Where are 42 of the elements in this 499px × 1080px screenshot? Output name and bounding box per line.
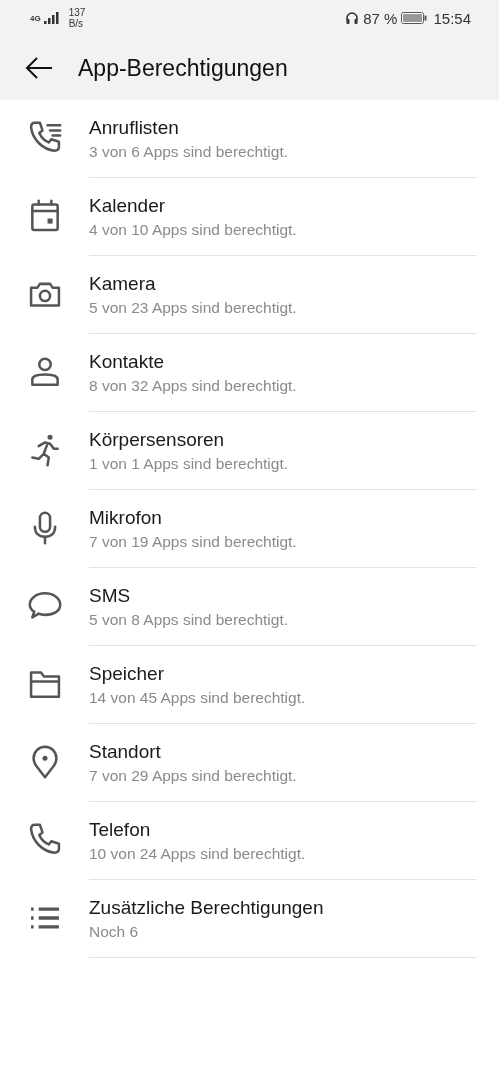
- permission-summary: 5 von 8 Apps sind berechtigt.: [89, 610, 289, 629]
- permission-item[interactable]: Kontakte 8 von 32 Apps sind berechtigt.: [0, 334, 499, 412]
- permission-summary: 7 von 29 Apps sind berechtigt.: [89, 766, 297, 785]
- battery-percent: 87 %: [363, 9, 398, 27]
- permission-summary: 4 von 10 Apps sind berechtigt.: [89, 220, 297, 239]
- permission-item[interactable]: Zusätzliche Berechtigungen Noch 6: [0, 880, 499, 958]
- permission-title: Körpersensoren: [89, 428, 225, 451]
- permission-title: Kontakte: [89, 350, 164, 373]
- permission-item[interactable]: Standort 7 von 29 Apps sind berechtigt.: [0, 724, 499, 802]
- clock: 15:54: [433, 9, 471, 27]
- battery-icon: [401, 12, 428, 24]
- permission-title: Kamera: [89, 272, 156, 295]
- permission-summary: 3 von 6 Apps sind berechtigt.: [89, 142, 289, 161]
- permission-item[interactable]: Mikrofon 7 von 19 Apps sind berechtigt.: [0, 490, 499, 568]
- permission-summary: 14 von 45 Apps sind berechtigt.: [89, 688, 306, 707]
- headphones-icon: [345, 11, 360, 25]
- permission-title: Mikrofon: [89, 506, 162, 529]
- permission-summary: 1 von 1 Apps sind berechtigt.: [89, 454, 289, 473]
- permission-summary: 10 von 24 Apps sind berechtigt.: [89, 844, 306, 863]
- permission-title: Anruflisten: [89, 116, 179, 139]
- permission-summary: 7 von 19 Apps sind berechtigt.: [89, 532, 297, 551]
- permission-title: Telefon: [89, 818, 151, 841]
- permission-summary: 8 von 32 Apps sind berechtigt.: [89, 376, 297, 395]
- permission-item[interactable]: Körpersensoren 1 von 1 Apps sind berechtigt.: [0, 412, 499, 490]
- permission-item[interactable]: Kalender 4 von 10 Apps sind berechtigt.: [0, 178, 499, 256]
- speed-unit: B/s: [68, 18, 85, 29]
- network-speed: 137: [68, 7, 86, 18]
- permission-item[interactable]: SMS 5 von 8 Apps sind berechtigt.: [0, 568, 499, 646]
- permission-summary: 5 von 23 Apps sind berechtigt.: [89, 298, 297, 317]
- permission-summary: Noch 6: [89, 922, 139, 941]
- permission-title: Speicher: [89, 662, 164, 685]
- permission-item[interactable]: Telefon 10 von 24 Apps sind berechtigt.: [0, 802, 499, 880]
- permission-item[interactable]: Kamera 5 von 23 Apps sind berechtigt.: [0, 256, 499, 334]
- permission-item[interactable]: Anruflisten 3 von 6 Apps sind berechtigt.: [0, 100, 499, 178]
- permission-item[interactable]: Speicher 14 von 45 Apps sind berechtigt.: [0, 646, 499, 724]
- signal-icon: [43, 12, 60, 24]
- network-type: 4G: [30, 13, 41, 23]
- permission-title: Kalender: [89, 194, 166, 217]
- permission-title: Zusätzliche Berechtigungen: [89, 896, 324, 919]
- permission-title: SMS: [89, 584, 131, 607]
- permission-title: Standort: [89, 740, 161, 763]
- page-title: App-Berechtigungen: [78, 54, 288, 82]
